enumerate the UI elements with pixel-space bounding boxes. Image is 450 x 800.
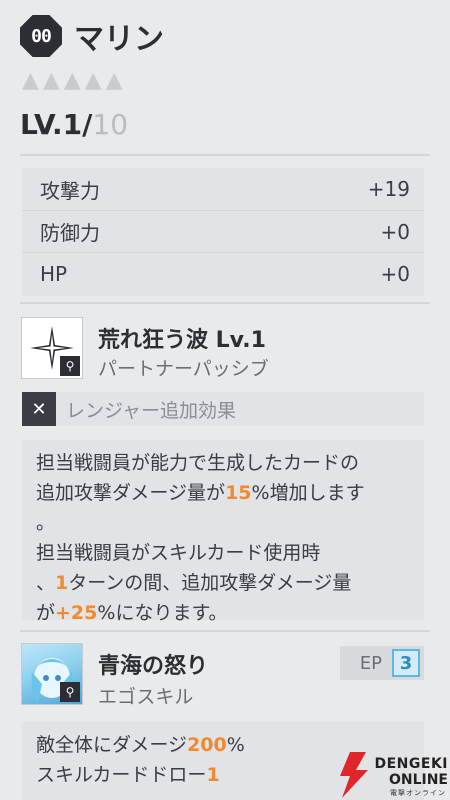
stat-label: 防御力: [40, 221, 100, 245]
lightning-logo-icon: [340, 752, 368, 798]
desc-line: 担当戦闘員が能力で生成したカードの: [36, 452, 360, 474]
star-icon: ▲: [22, 68, 39, 93]
passive-description: 担当戦闘員が能力で生成したカードの 追加攻撃ダメージ量が15%増加します 。 担…: [22, 440, 424, 624]
stats-panel: 攻撃力 +19 防御力 +0 HP +0: [22, 168, 424, 296]
level-label: LV.1/: [20, 108, 93, 141]
stat-value: +19: [367, 177, 410, 201]
star-icon: ▲: [42, 68, 60, 93]
desc-line: 追加攻撃ダメージ量が15%増加します: [36, 482, 365, 504]
magnify-icon[interactable]: ⚲: [60, 356, 80, 376]
ego-subtitle: エゴスキル: [98, 686, 194, 708]
watermark-line1: DENGEKI: [374, 756, 448, 772]
star-icon: ▲: [84, 68, 102, 93]
stat-row-defense: 防御力 +0: [22, 210, 424, 252]
divider: [20, 302, 430, 304]
level-max: 10: [92, 108, 129, 141]
star-icon: ▲: [63, 68, 81, 93]
stat-value: +0: [380, 219, 410, 244]
passive-skill-card[interactable]: ⚲: [22, 318, 82, 378]
crossed-blades-icon: ✕: [22, 392, 56, 426]
character-code-badge: 00: [20, 15, 62, 57]
watermark-line3: 電撃オンライン: [390, 789, 446, 797]
star-icon: ▲: [105, 68, 123, 93]
divider: [20, 630, 430, 632]
ego-skill-portrait[interactable]: ⚲: [22, 644, 82, 704]
ranger-effect-bar: ✕ レンジャー追加効果: [22, 392, 424, 426]
passive-subtitle: パートナーパッシブ: [98, 358, 269, 380]
star-rating: ▲ ▲ ▲ ▲ ▲: [22, 70, 123, 92]
header: 00 マリン: [20, 14, 164, 58]
ego-title: 青海の怒り: [98, 654, 209, 679]
character-name: マリン: [74, 22, 164, 57]
desc-line: 、1ターンの間、追加攻撃ダメージ量: [36, 572, 352, 594]
divider: [20, 154, 430, 156]
desc-line: 担当戦闘員がスキルカード使用時: [36, 542, 321, 564]
magnify-icon[interactable]: ⚲: [60, 682, 80, 702]
stat-row-hp: HP +0: [22, 252, 424, 294]
watermark: DENGEKI ONLINE 電撃オンライン: [332, 748, 450, 800]
passive-title: 荒れ狂う波 Lv.1: [98, 328, 266, 353]
watermark-line2: ONLINE: [388, 772, 448, 788]
level-display: LV.1/10: [20, 108, 128, 141]
stat-row-attack: 攻撃力 +19: [22, 168, 424, 210]
stat-value: +0: [380, 261, 410, 286]
desc-line: が+25%になります。: [36, 602, 228, 624]
ep-cost: EP 3: [340, 646, 424, 680]
stat-label: 攻撃力: [40, 178, 100, 203]
stat-label: HP: [40, 261, 68, 286]
ep-value: 3: [392, 649, 420, 677]
ep-label: EP: [359, 652, 382, 674]
desc-line: 。: [36, 512, 56, 534]
ranger-label: レンジャー追加効果: [66, 399, 237, 422]
